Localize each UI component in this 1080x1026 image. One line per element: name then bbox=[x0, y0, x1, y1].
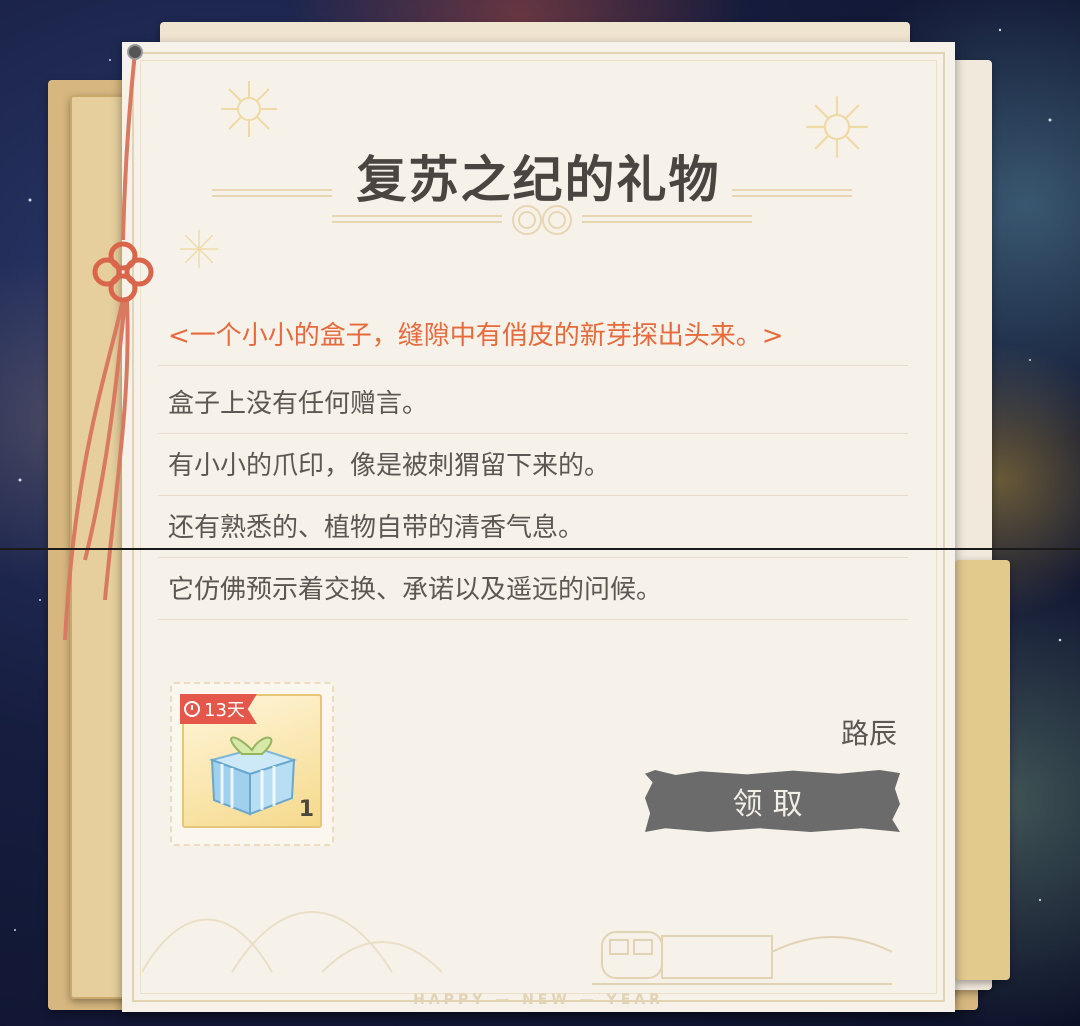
item-quantity: 1 bbox=[298, 797, 314, 822]
letter-line: 有小小的爪印，像是被刺猬留下来的。 bbox=[158, 432, 908, 496]
train-decoration bbox=[592, 931, 892, 985]
paper-stack-gold-edge bbox=[955, 560, 1010, 980]
letter-line: 它仿佛预示着交换、承诺以及遥远的问候。 bbox=[158, 556, 908, 620]
letter-line-highlight: <一个小小的盒子，缝隙中有俏皮的新芽探出头来。> bbox=[158, 302, 908, 366]
cord-knot-decoration bbox=[63, 44, 154, 641]
sunburst-icon bbox=[221, 81, 277, 137]
claim-button[interactable]: 领取 bbox=[645, 770, 900, 832]
letter-line: 盒子上没有任何赠言。 bbox=[158, 370, 908, 434]
expiry-text: 13天 bbox=[204, 700, 245, 721]
letter-paper: 复苏之纪的礼物 <一个小小的盒子，缝隙中有俏皮的新芽探出头来。> 盒子上没有任何… bbox=[122, 42, 955, 1012]
letter-title: 复苏之纪的礼物 bbox=[356, 150, 721, 209]
divider-line bbox=[0, 548, 1080, 550]
hills-decoration bbox=[142, 911, 442, 973]
footer-text: HAPPY — NEW — YEAR bbox=[413, 992, 664, 1008]
sender-name: 路辰 bbox=[840, 717, 897, 750]
reward-item-slot[interactable]: 13天 1 bbox=[170, 682, 334, 846]
expiry-badge: 13天 bbox=[180, 694, 257, 724]
clock-icon bbox=[184, 701, 200, 717]
reward-item[interactable]: 13天 1 bbox=[180, 694, 322, 828]
gift-box-icon bbox=[208, 736, 298, 816]
